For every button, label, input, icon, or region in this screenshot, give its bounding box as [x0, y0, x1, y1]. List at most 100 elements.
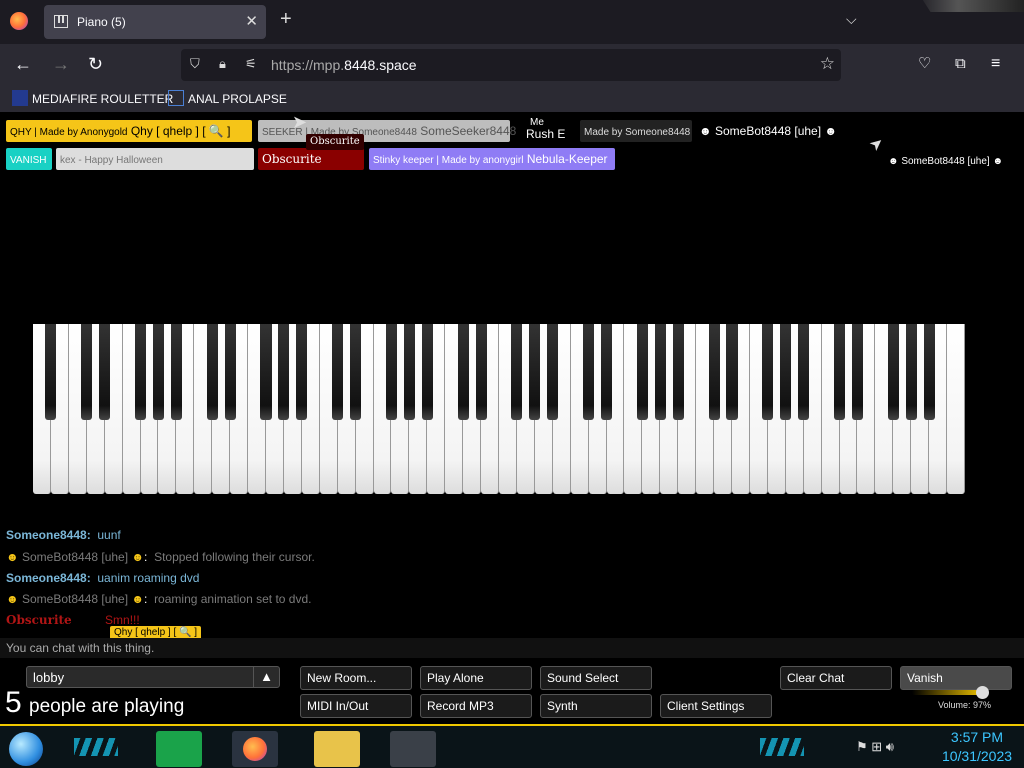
black-key[interactable] [529, 324, 541, 420]
black-key[interactable] [206, 324, 218, 420]
volume-slider[interactable]: Volume: 97% [912, 686, 992, 710]
room-select[interactable]: lobby ▲ [26, 666, 280, 688]
sound-select-button[interactable]: Sound Select [540, 666, 652, 690]
forward-icon[interactable]: → [52, 54, 70, 74]
play-alone-button[interactable]: Play Alone [420, 666, 532, 690]
piano-keyboard[interactable] [33, 324, 965, 494]
taskbar-decoration [74, 738, 118, 756]
browser-nav-bar: ← → ↻ ⛉ 🔒︎ ⚟ https://mpp.8448.space ☆ ♡ … [0, 44, 1024, 86]
black-key[interactable] [798, 324, 810, 420]
tab-piano[interactable]: Piano (5) ✕ [44, 5, 266, 39]
record-mp3-button[interactable]: Record MP3 [420, 694, 532, 718]
black-key[interactable] [296, 324, 308, 420]
black-key[interactable] [152, 324, 164, 420]
black-key[interactable] [475, 324, 487, 420]
chat-input-bar[interactable]: You can chat with this thing. [0, 638, 1024, 658]
cursor-pointer-icon: ➤ [292, 112, 308, 132]
pocket-icon[interactable]: ♡ [918, 54, 931, 74]
black-key[interactable] [762, 324, 774, 420]
black-key[interactable] [170, 324, 182, 420]
system-tray[interactable]: ⚑ ⊞ 🔊︎ [856, 739, 894, 755]
black-key[interactable] [905, 324, 917, 420]
participant-somebot[interactable]: ☻ SomeBot8448 [uhe] ☻ [695, 120, 838, 142]
participant-stinky-keeper[interactable]: Stinky keeper | Made by anonygirl Nebula… [369, 148, 615, 170]
close-tab-icon[interactable]: ✕ [245, 12, 258, 30]
black-key[interactable] [654, 324, 666, 420]
participant-vanish[interactable]: VANISH [6, 148, 52, 170]
participant-somebot-maker[interactable]: Made by Someone8448 [580, 120, 692, 142]
participant-obscurite[interactable]: Obscurite [258, 148, 364, 170]
black-key[interactable] [45, 324, 57, 420]
black-key[interactable] [636, 324, 648, 420]
black-key[interactable] [457, 324, 469, 420]
participant-kex[interactable]: kex - Happy Halloween [56, 148, 254, 170]
black-key[interactable] [672, 324, 684, 420]
star-icon[interactable]: ☆ [820, 54, 835, 74]
volume-knob[interactable] [976, 686, 989, 699]
menu-icon[interactable]: ≡ [991, 54, 1000, 74]
extensions-icon[interactable]: ⧉ [955, 54, 966, 74]
black-key[interactable] [81, 324, 93, 420]
url-text[interactable]: https://mpp.8448.space [271, 57, 417, 73]
black-key[interactable] [923, 324, 935, 420]
black-key[interactable] [887, 324, 899, 420]
windows-start-icon[interactable] [9, 732, 43, 766]
spotify-app-icon[interactable] [156, 731, 202, 767]
black-key[interactable] [332, 324, 344, 420]
black-key[interactable] [224, 324, 236, 420]
chevron-down-icon[interactable]: ⌵ [846, 11, 857, 28]
participant-qhy[interactable]: QHY | Made by Anonygold Qhy [ qhelp ] [ … [6, 120, 252, 142]
smiley-icon: ☻ [824, 124, 838, 138]
chat-message: Obscurite Smn!!! [6, 613, 140, 627]
black-key[interactable] [260, 324, 272, 420]
chat-input[interactable]: You can chat with this thing. [6, 641, 154, 655]
black-key[interactable] [547, 324, 559, 420]
permissions-icon[interactable]: ⚟ [245, 56, 257, 72]
client-settings-button[interactable]: Client Settings [660, 694, 772, 718]
black-key[interactable] [780, 324, 792, 420]
piano-page: QHY | Made by Anonygold Qhy [ qhelp ] [ … [0, 112, 1024, 724]
new-room-button[interactable]: New Room... [300, 666, 412, 690]
taskbar-clock[interactable]: 3:57 PM 10/31/2023 [930, 728, 1024, 766]
black-key[interactable] [134, 324, 147, 420]
smiley-icon: ☻ [992, 156, 1004, 167]
white-key[interactable] [947, 324, 965, 494]
black-key[interactable] [403, 324, 415, 420]
url-bar[interactable]: ⛉ 🔒︎ ⚟ https://mpp.8448.space ☆ [181, 49, 841, 81]
black-key[interactable] [421, 324, 433, 420]
black-key[interactable] [600, 324, 613, 420]
black-key[interactable] [833, 324, 846, 420]
taskbar: ⚑ ⊞ 🔊︎ 3:57 PM 10/31/2023 [0, 724, 1024, 768]
speaker-icon[interactable] [390, 731, 436, 767]
player-count: 5 [5, 686, 22, 719]
black-key[interactable] [385, 324, 397, 420]
participant-me[interactable]: Me Rush E [520, 117, 570, 142]
chat-message: Someone8448: uanim roaming dvd [6, 571, 200, 585]
folder-icon[interactable] [314, 731, 360, 767]
bookmark-mediafire[interactable]: MEDIAFIRE ROULETTER [12, 90, 173, 106]
back-icon[interactable]: ← [14, 54, 32, 74]
clear-chat-button[interactable]: Clear Chat [780, 666, 892, 690]
synth-button[interactable]: Synth [540, 694, 652, 718]
black-key[interactable] [511, 324, 523, 420]
reload-icon[interactable]: ↻ [88, 54, 103, 74]
black-key[interactable] [583, 324, 595, 420]
shield-icon[interactable]: ⛉ [190, 56, 200, 72]
cursor-label-somebot: ☻ SomeBot8448 [uhe] ☻ [888, 156, 1004, 167]
black-key[interactable] [99, 324, 111, 420]
smiley-icon: ☻ [888, 156, 899, 167]
taskbar-decoration [760, 738, 804, 756]
black-key[interactable] [278, 324, 290, 420]
black-key[interactable] [726, 324, 738, 420]
chevron-up-icon[interactable]: ▲ [253, 667, 279, 687]
midi-button[interactable]: MIDI In/Out [300, 694, 412, 718]
new-tab-button[interactable]: + [280, 8, 292, 31]
firefox-icon[interactable] [10, 12, 28, 30]
black-key[interactable] [708, 324, 720, 420]
bookmark-anal-prolapse[interactable]: ANAL PROLAPSE [168, 90, 287, 106]
black-key[interactable] [851, 324, 863, 420]
lock-icon[interactable]: 🔒︎ [219, 56, 226, 72]
firefox-taskbar-icon[interactable] [232, 731, 278, 767]
cursor-pointer-icon: ➤ [866, 133, 888, 156]
black-key[interactable] [350, 324, 362, 420]
